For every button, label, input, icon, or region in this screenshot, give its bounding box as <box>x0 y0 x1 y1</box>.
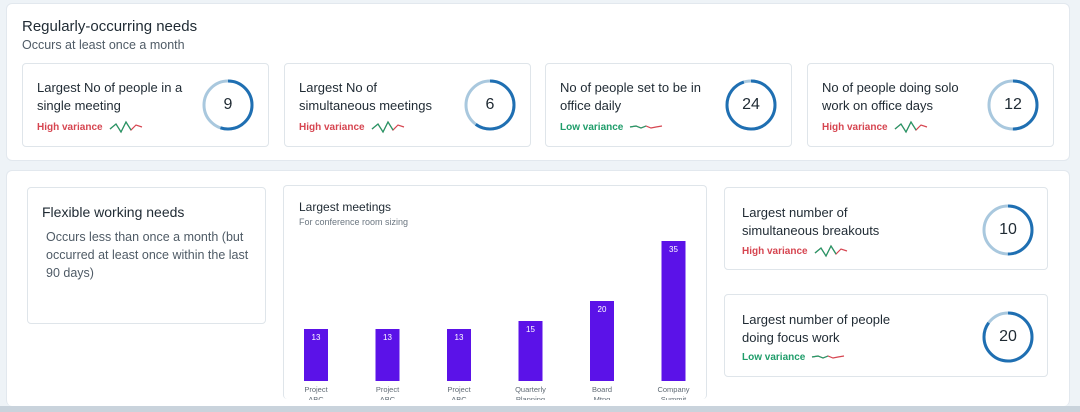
category-tick-label: Project <box>376 385 400 394</box>
category-tick-label: Planning <box>516 395 545 400</box>
variance-indicator: Low variance <box>742 350 845 364</box>
card-label: Largest number of simultaneous breakouts <box>742 205 880 238</box>
metric-card-solo-work[interactable]: No of people doing solo work on office d… <box>807 63 1054 147</box>
section-title: Regularly-occurring needs <box>22 18 198 35</box>
bar-value-label: 13 <box>383 333 392 342</box>
category-tick-label: Board <box>592 385 612 394</box>
category-tick-label: Quarterly <box>515 385 546 394</box>
bar-value-label: 13 <box>312 333 321 342</box>
bar[interactable] <box>661 241 686 381</box>
ring-value: 12 <box>1004 96 1022 113</box>
bar-value-label: 13 <box>455 333 464 342</box>
bar-value-label: 35 <box>669 245 678 254</box>
ring-value: 24 <box>742 96 760 113</box>
bar-chart: 13ProjectABC13ProjectABC13ProjectABC15Qu… <box>304 241 690 400</box>
metric-card-office-daily[interactable]: No of people set to be in office daily L… <box>545 63 792 147</box>
card-label: No of people set to be in office daily <box>560 80 701 113</box>
category-tick-label: Summit <box>661 395 687 400</box>
variance-indicator: High variance <box>822 120 928 134</box>
bar-value-label: 15 <box>526 325 535 334</box>
value-ring: 20 <box>981 310 1035 364</box>
card-label: Largest number of people doing focus wor… <box>742 312 891 345</box>
card-label: No of people doing solo work on office d… <box>822 80 959 113</box>
value-ring: 12 <box>986 78 1040 132</box>
category-tick-label: ABC <box>308 395 324 400</box>
category-tick-label: ABC <box>451 395 467 400</box>
ring-value: 20 <box>999 328 1017 345</box>
ring-value: 10 <box>999 221 1017 238</box>
variance-label: High variance <box>742 245 808 257</box>
bottom-scroll-edge <box>0 406 1080 412</box>
high-variance-sparkline-icon <box>814 244 847 258</box>
high-variance-sparkline-icon <box>894 120 927 134</box>
regular-needs-panel: Regularly-occurring needs Occurs at leas… <box>6 3 1070 161</box>
low-variance-sparkline-icon <box>630 125 663 129</box>
bar-value-label: 20 <box>598 305 607 314</box>
value-ring: 24 <box>724 78 778 132</box>
variance-indicator: High variance <box>742 244 848 258</box>
flexible-description: Occurs less than once a month (but occur… <box>46 230 249 280</box>
variance-label: High variance <box>37 121 103 133</box>
metric-card-focus-work[interactable]: Largest number of people doing focus wor… <box>724 294 1048 377</box>
variance-indicator: Low variance <box>560 120 663 134</box>
flexible-title: Flexible working needs <box>42 204 185 220</box>
largest-meetings-chart-card: Largest meetings For conference room siz… <box>283 185 707 400</box>
category-tick-label: Company <box>657 385 689 394</box>
flexible-needs-card: Flexible working needs Occurs less than … <box>27 187 266 324</box>
high-variance-sparkline-icon <box>109 120 142 134</box>
category-tick-label: ABC <box>380 395 396 400</box>
metric-card-simultaneous-meetings[interactable]: Largest No of simultaneous meetings High… <box>284 63 531 147</box>
value-ring: 9 <box>201 78 255 132</box>
variance-indicator: High variance <box>37 120 143 134</box>
section-subtitle: Occurs at least once a month <box>22 38 185 52</box>
metric-card-breakouts[interactable]: Largest number of simultaneous breakouts… <box>724 187 1048 270</box>
ring-value: 6 <box>485 96 495 113</box>
category-tick-label: Project <box>304 385 328 394</box>
card-label: Largest No of simultaneous meetings <box>299 80 432 113</box>
metric-card-meeting-size[interactable]: Largest No of people in a single meeting… <box>22 63 269 147</box>
variance-indicator: High variance <box>299 120 405 134</box>
card-label: Largest No of people in a single meeting <box>37 80 183 113</box>
variance-label: High variance <box>299 121 365 133</box>
variance-label: Low variance <box>560 121 624 133</box>
low-variance-sparkline-icon <box>812 355 845 359</box>
category-tick-label: Project <box>447 385 471 394</box>
ring-value: 9 <box>223 96 233 113</box>
variance-label: Low variance <box>742 351 806 363</box>
value-ring: 6 <box>463 78 517 132</box>
variance-label: High variance <box>822 121 888 133</box>
category-tick-label: Mtng <box>594 395 611 400</box>
high-variance-sparkline-icon <box>371 120 404 134</box>
value-ring: 10 <box>981 203 1035 257</box>
flexible-needs-panel: Flexible working needs Occurs less than … <box>6 170 1070 406</box>
